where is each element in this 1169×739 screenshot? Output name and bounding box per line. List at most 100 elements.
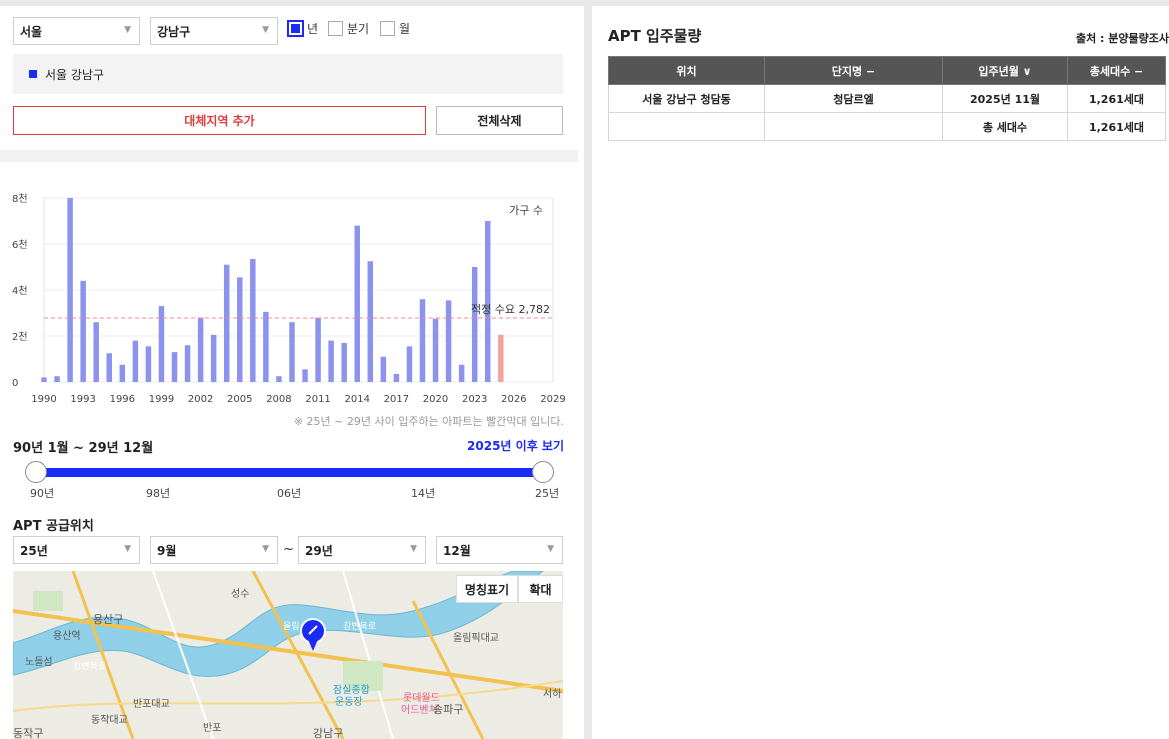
add-region-button[interactable]: 대체지역 추가 [13,106,426,135]
map-label: 운동장 [335,696,363,708]
range-slider-end-handle[interactable] [532,461,554,483]
map-label: 성수 [231,588,249,600]
selected-region-item[interactable]: 서울 강남구 [45,66,104,83]
x-tick-label: 1996 [110,394,135,405]
range-title: 90년 1월 ~ 29년 12월 [13,441,154,456]
supply-bar-chart: 0 2천 4천 6천 8천 1990 1993 1996 1999 2002 2005 2008 201… [12,193,566,405]
range-slider-start-handle[interactable] [25,461,47,483]
chart-bar [54,376,60,382]
period-year-checkbox[interactable]: 년 [287,20,318,37]
chart-bar [367,261,374,382]
y-tick-label: 8천 [12,193,28,205]
chart-bar [171,352,178,382]
range-tick: 25년 [535,487,560,500]
district-select[interactable]: 강남구 ▼ [150,17,278,45]
map-name-toggle-button[interactable]: 명칭표기 [456,575,518,603]
selected-region-list: 서울 강남구 [13,54,563,94]
chart-bar [158,306,165,382]
x-tick-label: 2023 [462,394,487,405]
city-select-value: 서울 [20,24,43,39]
legend-square-icon [29,70,37,78]
chart-bar [197,317,204,382]
map-label: 반포 [203,722,221,734]
end-month-value: 12월 [443,543,471,558]
chart-bar [393,373,400,382]
range-tick: 06년 [277,487,302,500]
chart-bar [93,322,99,382]
city-select[interactable]: 서울 ▼ [13,17,140,45]
start-year-select[interactable]: 25년 ▼ [13,536,140,564]
map-zoom-button[interactable]: 확대 [518,575,563,603]
map-label: 용산역 [53,630,81,642]
chevron-down-icon: ▼ [124,544,131,554]
table-cell: 1,261세대 [1067,112,1166,141]
column-header-complex[interactable]: 단지명 − [764,56,943,85]
table-header-row: 위치 단지명 − 입주년월 ∨ 총세대수 − [608,56,1166,85]
chart-bar [263,311,269,382]
map-label: 용산구 [93,613,123,626]
x-tick-label: 2020 [423,394,448,405]
range-tick: 98년 [146,487,171,500]
start-month-select[interactable]: 9월 ▼ [150,536,278,564]
district-select-value: 강남구 [157,24,191,39]
table-source: 출처 : 분양물량조사 [1075,32,1169,45]
range-slider-track[interactable] [35,468,543,477]
right-panel: APT 입주물량 출처 : 분양물량조사 위치 단지명 − 입주년월 ∨ 총세대… [592,6,1169,739]
end-year-select[interactable]: 29년 ▼ [298,536,426,564]
period-month-checkbox[interactable]: 월 [380,20,410,37]
x-tick-label: 2026 [501,394,526,405]
chart-bar [223,264,230,382]
start-month-value: 9월 [157,543,177,558]
table-cell: 총 세대수 [942,112,1068,141]
chart-bar [445,300,452,382]
map-label: 동작대교 [91,714,128,726]
map-label: 노들섬 [25,656,53,668]
chart-bar [485,221,491,382]
table-row[interactable]: 서울 강남구 청담동 청담르엘 2025년 11월 1,261세대 [608,84,1166,113]
table-cell: 청담르엘 [764,84,943,113]
series-label: 가구 수 [509,204,543,217]
chart-bar [341,342,347,382]
chevron-down-icon: ▼ [262,25,269,35]
chart-bar [328,340,334,382]
column-header-move-in[interactable]: 입주년월 ∨ [942,56,1068,85]
column-header-households[interactable]: 총세대수 − [1067,56,1166,85]
after-2025-link[interactable]: 2025년 이후 보기 [467,437,564,454]
chart-bar [419,299,426,382]
chart-note: ※ 25년 ~ 29년 사이 입주하는 아파트는 빨간막대 입니다. [293,415,564,428]
chart-bar [106,353,112,382]
map-label: 올림 [283,620,300,632]
chart-bar [498,334,504,382]
x-tick-label: 2008 [266,394,291,405]
delete-all-button[interactable]: 전체삭제 [436,106,563,135]
table-cell: 1,261세대 [1067,84,1166,113]
map-label: 강변북로 [343,621,376,632]
range-tick: 90년 [30,487,55,500]
y-tick-label: 6천 [12,239,28,251]
x-tick-label: 2011 [305,394,330,405]
chart-bar [132,340,139,382]
chart-bar [458,364,465,382]
chart-bar [250,258,256,382]
section-divider [0,150,578,162]
chevron-down-icon: ▼ [124,25,131,35]
checkbox-icon [380,21,395,36]
map-label: 올림픽대교 [453,632,499,644]
x-tick-label: 1993 [70,394,95,405]
left-panel: 서울 ▼ 강남구 ▼ 년 분기 월 서울 강남구 대체지역 추가 전체삭제 0 2… [0,6,584,739]
checkbox-icon [328,21,343,36]
chart-bar [471,267,478,382]
chart-bar [315,317,321,382]
chart-bar [354,225,360,382]
start-year-value: 25년 [20,543,48,558]
period-month-label: 월 [399,22,411,36]
chevron-down-icon: ▼ [262,544,269,554]
chart-bar [210,334,217,382]
y-tick-label: 2천 [12,331,28,343]
end-month-select[interactable]: 12월 ▼ [436,536,563,564]
reference-line-label: 적정 수요 2,782 [471,303,550,316]
table-total-row: 총 세대수 1,261세대 [608,112,1166,141]
x-tick-label: 1990 [31,394,56,405]
table-cell: 서울 강남구 청담동 [608,84,765,113]
period-quarter-checkbox[interactable]: 분기 [328,20,369,37]
